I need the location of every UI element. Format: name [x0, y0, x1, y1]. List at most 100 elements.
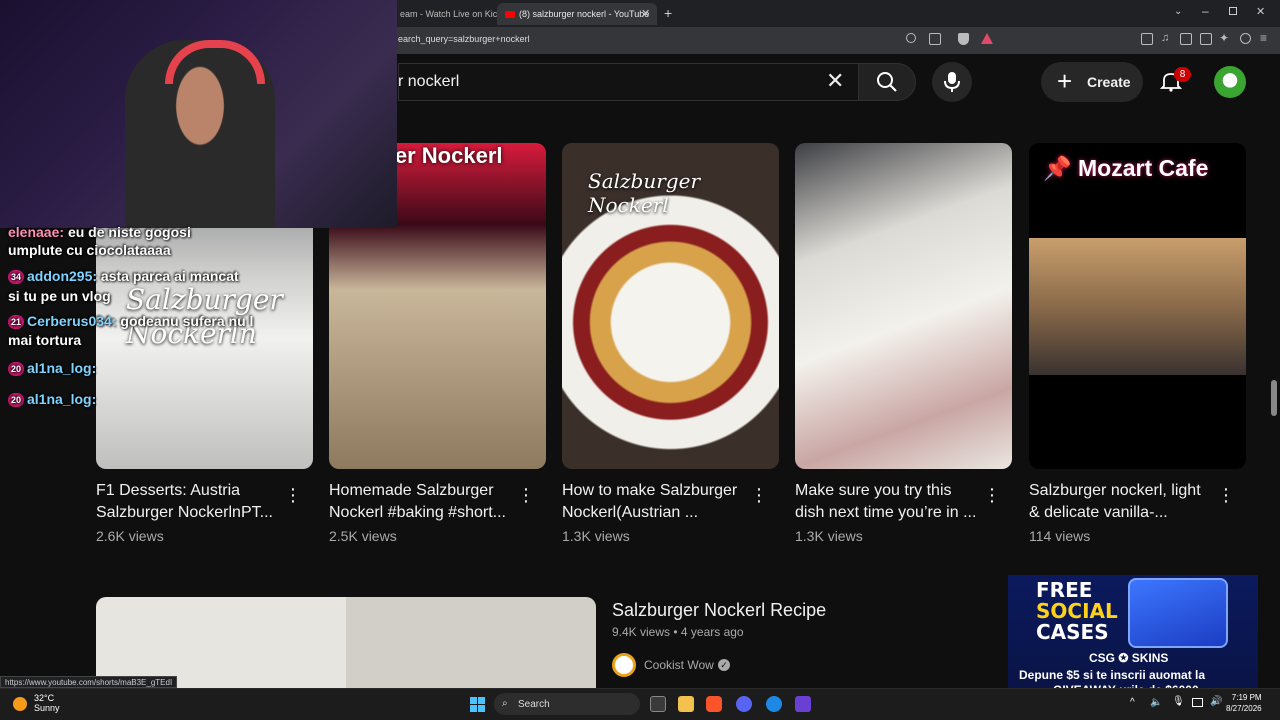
zoom-icon[interactable]: [906, 33, 916, 43]
short-title-line: Homemade Salzburger: [329, 482, 494, 499]
task-view-icon[interactable]: [650, 696, 666, 712]
chat-message-cont: mai tortura: [8, 332, 82, 348]
cast-icon[interactable]: [929, 33, 941, 45]
chat-badge: 34: [8, 270, 24, 285]
short-views: 114 views: [1029, 528, 1091, 544]
clear-search-icon[interactable]: ✕: [826, 68, 844, 94]
youtube-tab-icon: [505, 11, 515, 19]
more-options-icon[interactable]: · · ·: [1221, 479, 1231, 511]
chat-text: asta parca ai mancat: [100, 268, 239, 284]
close-tab-icon[interactable]: ✕: [641, 7, 650, 20]
taskbar-search[interactable]: [494, 693, 640, 715]
network-icon[interactable]: [1192, 698, 1203, 707]
chat-username: al1na_log:: [27, 391, 97, 407]
short-thumbnail[interactable]: [795, 143, 1012, 469]
search-input[interactable]: [398, 63, 858, 101]
window-close-icon[interactable]: ✕: [1256, 5, 1265, 18]
short-title[interactable]: Homemade Salzburger Nockerl #baking #shor…: [329, 480, 519, 524]
chat-message: elenaae: eu de niste gogosi: [8, 224, 191, 240]
chat-message-cont: umplute cu ciocolataaaa: [8, 242, 171, 258]
speaker-icon[interactable]: 🔊: [1210, 696, 1222, 707]
discord-icon[interactable]: [736, 696, 752, 712]
brave-shield-icon[interactable]: [958, 33, 969, 45]
sun-icon[interactable]: [13, 697, 27, 711]
tab-kick[interactable]: eam - Watch Live on Kick: [392, 3, 510, 25]
short-thumbnail[interactable]: Salzburger Nockerl: [562, 143, 779, 469]
mic-tray-icon[interactable]: 🎙: [1172, 696, 1185, 707]
short-title-line: Nockerl #baking #short...: [329, 504, 506, 521]
chat-username: al1na_log:: [27, 360, 97, 376]
short-title[interactable]: Salzburger nockerl, light & delicate vani…: [1029, 480, 1219, 524]
short-title[interactable]: F1 Desserts: Austria Salzburger NockerlnP…: [96, 480, 286, 524]
short-title[interactable]: Make sure you try this dish next time you…: [795, 480, 985, 524]
ad-free: FREE: [1036, 578, 1093, 602]
minimize-icon[interactable]: –: [1202, 4, 1209, 18]
chat-username: elenaae:: [8, 224, 65, 240]
maximize-icon[interactable]: [1229, 7, 1237, 15]
volume-icon[interactable]: 🔈: [1150, 697, 1162, 708]
wallet-icon[interactable]: [1200, 33, 1212, 45]
menu-icon[interactable]: ≡: [1260, 31, 1267, 45]
ad-headline: FREE SOCIAL CASES: [1036, 580, 1118, 643]
sidebar-icon[interactable]: [1180, 33, 1192, 45]
channel-avatar[interactable]: [612, 653, 636, 677]
weather-temp: 32°C: [34, 693, 55, 703]
clock[interactable]: 7:19 PM 8/27/2026: [1226, 692, 1262, 714]
url-text[interactable]: earch_query=salzburger+nockerl: [398, 34, 530, 44]
ai-icon[interactable]: ✦: [1219, 31, 1229, 45]
short-views: 1.3K views: [795, 528, 863, 544]
brave-browser-icon[interactable]: [706, 696, 722, 712]
search-icon: [877, 72, 897, 92]
short-thumbnail-caption: Salzburger Nockerl: [588, 169, 701, 217]
short-title-line: Salzburger nockerl, light: [1029, 482, 1201, 499]
verified-icon: ✓: [718, 659, 730, 671]
voice-search-button[interactable]: [932, 62, 972, 102]
brave-rewards-icon[interactable]: [981, 33, 993, 44]
clock-time: 7:19 PM: [1231, 693, 1262, 702]
search-icon: ⌕: [502, 698, 508, 709]
channel-name[interactable]: Cookist Wow: [644, 658, 714, 672]
short-title[interactable]: How to make Salzburger Nockerl(Austrian .…: [562, 480, 752, 524]
scrollbar-thumb[interactable]: [1271, 380, 1277, 416]
vpn-icon[interactable]: [1240, 33, 1251, 44]
chat-username: Cerberus034:: [27, 313, 117, 329]
extensions-icon[interactable]: [1141, 33, 1153, 45]
short-title-line: Nockerl(Austrian ...: [562, 504, 699, 521]
app-icon[interactable]: [766, 696, 782, 712]
chat-badge: 21: [8, 315, 24, 330]
avatar[interactable]: [1214, 66, 1246, 98]
more-options-icon[interactable]: · · ·: [288, 479, 298, 511]
new-tab-icon[interactable]: +: [664, 5, 672, 21]
chat-message: 20 al1na_log:: [8, 391, 97, 408]
more-options-icon[interactable]: · · ·: [987, 479, 997, 511]
start-button[interactable]: [470, 697, 485, 712]
ad-line1: Depune $5 si te inscrii auomat la: [1019, 668, 1206, 682]
case-box-graphic: [1128, 578, 1228, 648]
short-thumbnail-caption: 📌 Mozart Cafe: [1043, 155, 1209, 181]
more-options-icon[interactable]: · · ·: [754, 479, 764, 511]
tab-list-icon[interactable]: ⌄: [1174, 6, 1182, 17]
file-explorer-icon[interactable]: [678, 696, 694, 712]
search-input-value[interactable]: r nockerl: [398, 73, 459, 91]
clock-date: 8/27/2026: [1226, 704, 1262, 713]
weather-widget[interactable]: 32°C Sunny: [34, 693, 60, 713]
ad-social: SOCIAL: [1036, 599, 1118, 623]
tray-chevron-icon[interactable]: ^: [1130, 697, 1135, 708]
tab-youtube[interactable]: (8) salzburger nockerl - YouTube: [497, 3, 657, 25]
grid-app-icon[interactable]: [795, 696, 811, 712]
media-icon[interactable]: ♫: [1161, 32, 1169, 44]
webcam-overlay: [0, 0, 397, 228]
notification-badge: 8: [1174, 67, 1191, 82]
chat-message-cont: si tu pe un vlog: [8, 288, 111, 304]
short-title-line: How to make Salzburger: [562, 482, 738, 499]
short-thumbnail[interactable]: 📌 Mozart Cafe: [1029, 143, 1246, 469]
chat-message: 20 al1na_log:: [8, 360, 97, 377]
short-title-line: F1 Desserts: Austria: [96, 482, 241, 499]
create-label: Create: [1087, 74, 1131, 90]
chat-message: 21 Cerberus034: godeanu sufera nu l: [8, 313, 253, 330]
search-button[interactable]: [858, 63, 916, 101]
short-title-line: dish next time you’re in ...: [795, 504, 977, 521]
video-title[interactable]: Salzburger Nockerl Recipe: [612, 600, 826, 621]
chat-username: addon295:: [27, 268, 98, 284]
more-options-icon[interactable]: · · ·: [521, 479, 531, 511]
